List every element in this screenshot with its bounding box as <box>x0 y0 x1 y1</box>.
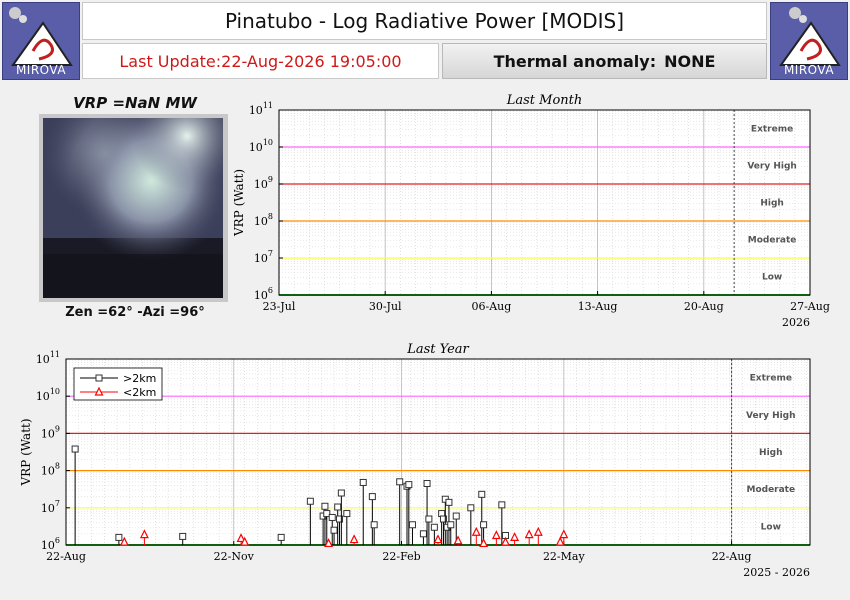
data-point-above-2km <box>306 497 314 505</box>
zone-label: Low <box>761 522 781 532</box>
data-point-above-2km <box>370 521 378 529</box>
x-year-label: 2025 - 2026 <box>743 566 810 579</box>
data-point-above-2km <box>478 490 486 498</box>
chart-title: Last Year <box>406 342 469 357</box>
zone-label: High <box>759 448 782 458</box>
data-point-above-2km <box>480 521 488 529</box>
plot-area <box>66 359 810 545</box>
data-point-above-2km <box>445 498 453 506</box>
legend-marker <box>95 374 103 382</box>
data-point-above-2km <box>498 501 506 509</box>
data-point-above-2km <box>419 530 427 538</box>
y-tick-label: 108 <box>41 462 60 478</box>
data-point-above-2km <box>430 523 438 531</box>
data-point-above-2km <box>425 515 433 523</box>
data-point-above-2km <box>467 504 475 512</box>
data-point-above-2km <box>359 478 367 486</box>
zone-label: Moderate <box>746 485 795 495</box>
data-point-above-2km <box>368 493 376 501</box>
data-point-above-2km <box>179 532 187 540</box>
last-year-chart: ExtremeVery HighHighModerateLow106107108… <box>19 342 811 579</box>
data-point-above-2km <box>334 503 342 511</box>
data-point-above-2km <box>337 489 345 497</box>
data-point-above-2km <box>423 480 431 488</box>
data-point-above-2km <box>115 533 123 541</box>
y-tick-label: 1011 <box>36 350 60 366</box>
data-point-above-2km <box>408 521 416 529</box>
legend-label: >2km <box>123 372 156 385</box>
x-tick-label: 22-Aug <box>712 550 752 563</box>
y-tick-label: 109 <box>41 424 60 440</box>
data-point-above-2km <box>405 481 413 489</box>
x-tick-label: 22-Aug <box>46 550 86 563</box>
x-tick-label: 22-May <box>543 550 586 563</box>
x-tick-label: 22-Nov <box>214 550 255 563</box>
chart-legend: >2km<2km <box>73 367 163 401</box>
x-tick-label: 22-Feb <box>382 550 420 563</box>
data-point-above-2km <box>343 510 351 518</box>
data-point-above-2km <box>447 521 455 529</box>
data-point-above-2km <box>396 478 404 486</box>
data-point-above-2km <box>71 445 79 453</box>
data-point-above-2km <box>328 513 336 521</box>
data-point-above-2km <box>330 526 338 534</box>
data-point-above-2km <box>321 502 329 510</box>
legend-label: <2km <box>123 386 156 399</box>
data-point-above-2km <box>452 512 460 520</box>
y-tick-label: 107 <box>41 499 60 515</box>
y-axis-label: VRP (Watt) <box>19 418 33 486</box>
zone-label: Very High <box>746 411 795 421</box>
data-point-above-2km <box>277 533 285 541</box>
y-tick-label: 1010 <box>36 387 60 403</box>
zone-label: Extreme <box>750 374 792 384</box>
